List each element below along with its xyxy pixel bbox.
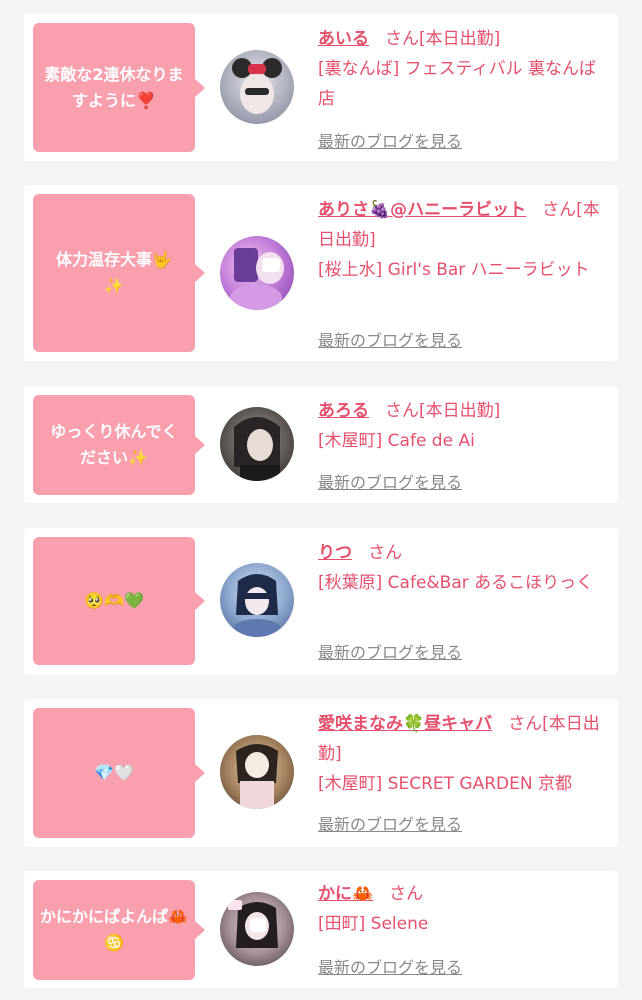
comment-bubble: 🥺🫶💚 xyxy=(33,537,205,665)
shop-name: [裏なんば] フェスティバル 裏なんば店 xyxy=(318,59,597,109)
avatar[interactable] xyxy=(220,563,294,637)
comment-bubble: ゆっくり休んでください✨ xyxy=(33,395,205,495)
cast-status: さん[本日出勤] xyxy=(385,29,501,49)
avatar[interactable] xyxy=(220,236,294,310)
blog-link[interactable]: 最新のブログを見る xyxy=(318,639,462,663)
blog-link[interactable]: 最新のブログを見る xyxy=(318,327,462,351)
cast-info: 愛咲まなみ🍀昼キャバ さん[本日出勤] [木屋町] SECRET GARDEN 京… xyxy=(318,709,608,799)
comment-bubble: かにかにぱよんぱ🦀♋️ xyxy=(33,880,205,980)
cast-card: 💎🤍 愛咲まなみ🍀昼キャバ さん[本日出勤] [木屋町] SECRET GARDE… xyxy=(24,699,618,847)
comment-text: 体力温存大事🤟✨ xyxy=(56,250,172,295)
cast-info: かに🦀 さん [田町] Selene xyxy=(318,879,608,939)
cast-status: さん xyxy=(389,884,424,904)
cast-name-link[interactable]: かに🦀 xyxy=(318,884,373,904)
comment-bubble: 💎🤍 xyxy=(33,708,205,838)
cast-card: かにかにぱよんぱ🦀♋️ かに🦀 さん [田町] Selene 最新のブログを見る xyxy=(24,871,618,988)
cast-info: あいる さん[本日出勤] [裏なんば] フェスティバル 裏なんば店 xyxy=(318,24,608,114)
cast-name-link[interactable]: 愛咲まなみ🍀昼キャバ xyxy=(318,714,492,734)
blog-link[interactable]: 最新のブログを見る xyxy=(318,811,462,835)
comment-bubble: 素敵な2連休なりますように❣️ xyxy=(33,23,205,152)
shop-name: [田町] Selene xyxy=(318,914,429,934)
cast-card: ゆっくり休んでください✨ あろる さん[本日出勤] [木屋町] Cafe de A… xyxy=(24,386,618,503)
cast-info: あろる さん[本日出勤] [木屋町] Cafe de Ai xyxy=(318,396,608,456)
cast-card: 素敵な2連休なりますように❣️ あいる さん[本日出勤] [裏なんば] フェスティ… xyxy=(24,14,618,161)
avatar[interactable] xyxy=(220,892,294,966)
comment-bubble: 体力温存大事🤟✨ xyxy=(33,194,205,352)
shop-name: [桜上水] Girl's Bar ハニーラビット xyxy=(318,260,590,280)
comment-text: かにかにぱよんぱ🦀♋️ xyxy=(40,907,188,952)
shop-name: [秋葉原] Cafe&Bar あるこほりっく xyxy=(318,573,594,593)
comment-text: 素敵な2連休なりますように❣️ xyxy=(44,64,184,110)
blog-link[interactable]: 最新のブログを見る xyxy=(318,954,462,978)
cast-status: さん xyxy=(368,543,403,563)
avatar[interactable] xyxy=(220,735,294,809)
cast-info: りつ さん [秋葉原] Cafe&Bar あるこほりっく xyxy=(318,538,608,598)
shop-name: [木屋町] Cafe de Ai xyxy=(318,431,475,451)
cast-name-link[interactable]: ありさ🍇@ハニーラビット xyxy=(318,200,526,220)
cast-card: 🥺🫶💚 りつ さん [秋葉原] Cafe&Bar あるこほりっく 最新のブログを見… xyxy=(24,528,618,675)
blog-link[interactable]: 最新のブログを見る xyxy=(318,469,462,493)
cast-name-link[interactable]: あろる xyxy=(318,401,369,421)
comment-text: 💎🤍 xyxy=(94,763,134,782)
avatar[interactable] xyxy=(220,50,294,124)
comment-text: ゆっくり休んでください✨ xyxy=(50,422,178,467)
cast-info: ありさ🍇@ハニーラビット さん[本日出勤] [桜上水] Girl's Bar ハニ… xyxy=(318,195,608,285)
cast-name-link[interactable]: あいる xyxy=(318,29,369,49)
avatar[interactable] xyxy=(220,407,294,481)
cast-status: さん[本日出勤] xyxy=(385,401,501,421)
comment-text: 🥺🫶💚 xyxy=(84,591,144,610)
cast-name-link[interactable]: りつ xyxy=(318,543,352,563)
cast-card: 体力温存大事🤟✨ ありさ🍇@ハニーラビット さん[本日出勤] [桜上水] Girl… xyxy=(24,185,618,361)
shop-name: [木屋町] SECRET GARDEN 京都 xyxy=(318,774,572,794)
blog-link[interactable]: 最新のブログを見る xyxy=(318,128,462,152)
